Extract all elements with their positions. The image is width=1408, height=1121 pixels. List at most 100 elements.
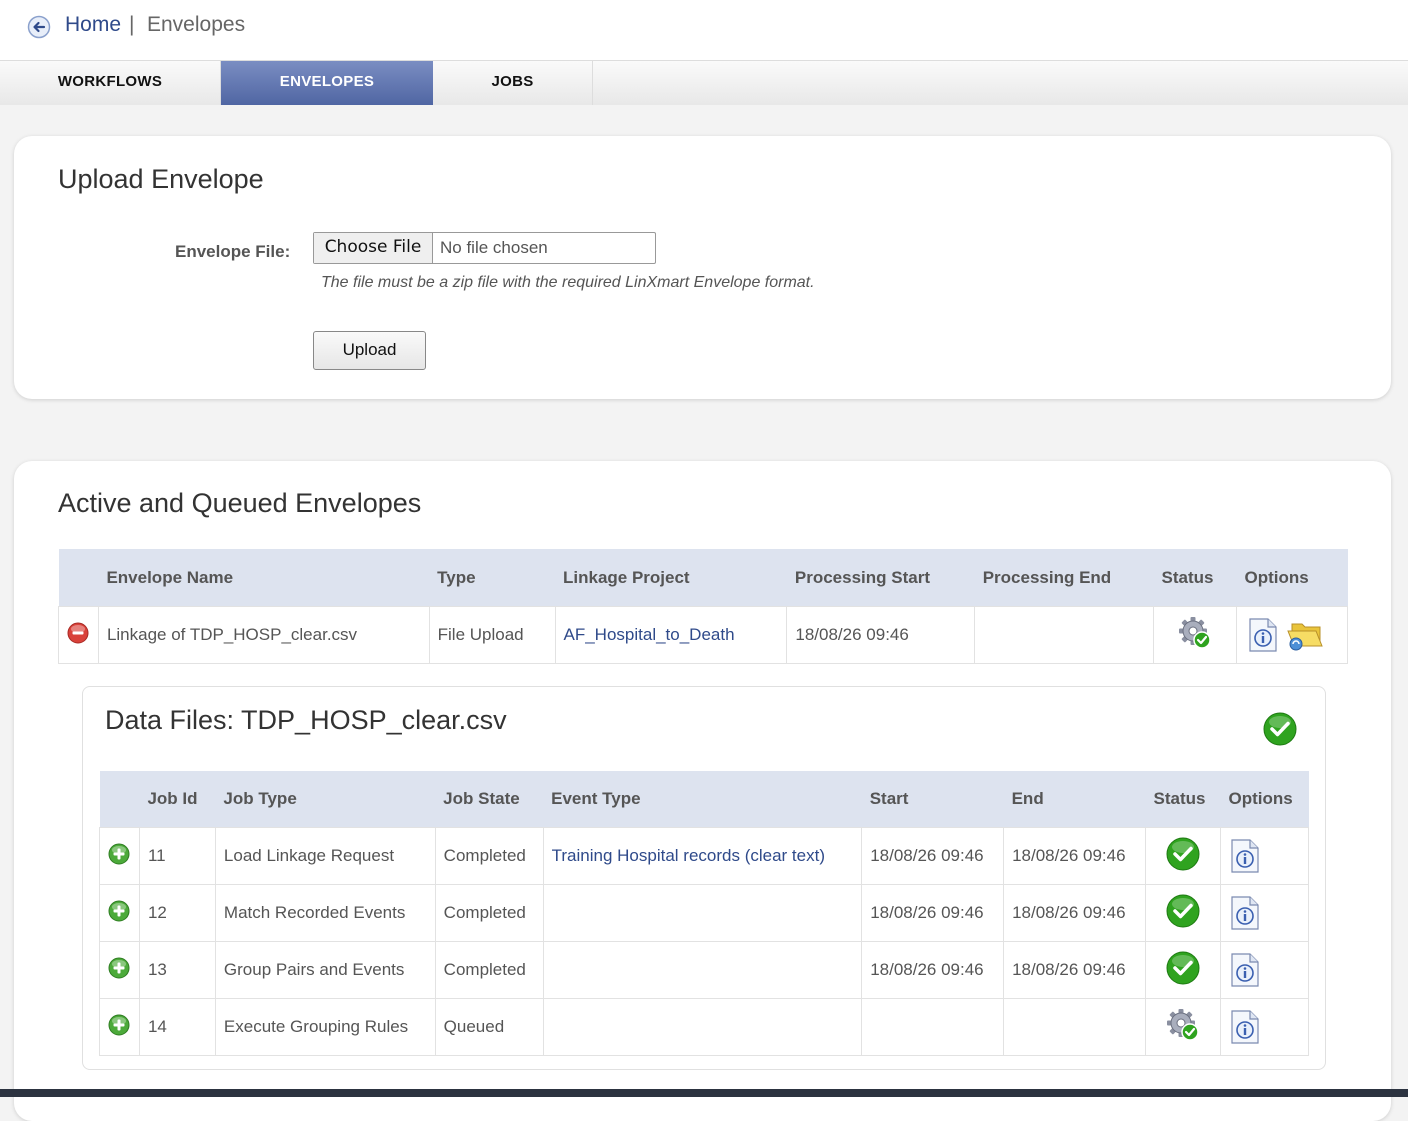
col-end: End — [1003, 771, 1146, 828]
col-start: Start — [861, 771, 1004, 828]
expand-plus-icon[interactable] — [108, 957, 130, 979]
col-processing-end: Processing End — [974, 549, 1154, 607]
active-panel-title: Active and Queued Envelopes — [58, 488, 422, 518]
job-state: Completed — [434, 941, 544, 999]
table-row: Linkage of TDP_HOSP_clear.csv File Uploa… — [58, 606, 1348, 664]
check-icon — [1263, 712, 1297, 746]
tab-jobs[interactable]: JOBS — [433, 61, 593, 105]
main-tabs: WORKFLOWS ENVELOPES JOBS — [0, 61, 1408, 105]
job-status-cell — [1144, 884, 1221, 942]
col-job-type: Job Type — [215, 771, 436, 828]
job-id: 12 — [138, 884, 216, 942]
envelope-file-input[interactable]: Choose File No file chosen — [313, 232, 656, 264]
col-status: Status — [1153, 549, 1237, 607]
gear-processing-icon — [1179, 616, 1211, 649]
col-envelope-name: Envelope Name — [98, 549, 430, 607]
info-document-icon[interactable] — [1247, 618, 1279, 652]
table-row: 14 Execute Grouping Rules Queued — [99, 998, 1310, 1056]
tab-workflows[interactable]: WORKFLOWS — [0, 61, 221, 105]
linkage-project-link[interactable]: AF_Hospital_to_Death — [564, 625, 735, 644]
col-options: Options — [1220, 771, 1309, 828]
job-state: Completed — [434, 884, 544, 942]
job-end: 18/08/26 09:46 — [1003, 941, 1146, 999]
job-id: 11 — [138, 827, 216, 885]
col-linkage-project: Linkage Project — [555, 549, 787, 607]
job-type: Execute Grouping Rules — [214, 998, 436, 1056]
data-files-panel: Data Files: TDP_HOSP_clear.csv Job Id Jo… — [82, 686, 1326, 1070]
info-document-icon[interactable] — [1229, 839, 1261, 873]
info-document-icon[interactable] — [1229, 953, 1261, 987]
col-event-type: Event Type — [543, 771, 862, 828]
expand-plus-icon[interactable] — [108, 1014, 130, 1036]
open-folder-icon[interactable] — [1286, 618, 1324, 652]
choose-file-button[interactable]: Choose File — [314, 233, 433, 263]
file-status-text: No file chosen — [440, 238, 548, 257]
col-status: Status — [1145, 771, 1221, 828]
top-bar: Home | Envelopes — [0, 0, 1408, 61]
job-type: Group Pairs and Events — [214, 941, 436, 999]
job-options-cell — [1219, 998, 1310, 1056]
job-options-cell — [1219, 884, 1310, 942]
expand-plus-icon[interactable] — [108, 843, 130, 865]
job-options-cell — [1219, 941, 1310, 999]
upload-button[interactable]: Upload — [313, 331, 426, 370]
job-id: 13 — [138, 941, 216, 999]
col-job-id: Job Id — [139, 771, 216, 828]
info-document-icon[interactable] — [1229, 896, 1261, 930]
table-row: 11 Load Linkage Request Completed Traini… — [99, 827, 1310, 885]
collapse-cell — [58, 606, 99, 664]
gear-processing-icon — [1166, 1008, 1199, 1041]
check-icon — [1166, 894, 1200, 927]
job-id: 14 — [138, 998, 216, 1056]
job-type: Match Recorded Events — [214, 884, 436, 942]
job-type: Load Linkage Request — [214, 827, 436, 885]
job-end: 18/08/26 09:46 — [1003, 884, 1146, 942]
upload-envelope-panel: Upload Envelope Envelope File: Choose Fi… — [14, 136, 1391, 399]
upload-panel-title: Upload Envelope — [58, 164, 264, 194]
tab-envelopes[interactable]: ENVELOPES — [221, 61, 433, 105]
breadcrumb-separator: | — [129, 13, 135, 36]
job-start — [861, 998, 1005, 1056]
jobs-table: Job Id Job Type Job State Event Type Sta… — [99, 771, 1310, 1056]
envelope-name: Linkage of TDP_HOSP_clear.csv — [97, 606, 430, 664]
table-row: 12 Match Recorded Events Completed 18/08… — [99, 884, 1310, 942]
job-end: 18/08/26 09:46 — [1003, 827, 1146, 885]
jobs-header-row: Job Id Job Type Job State Event Type Sta… — [99, 771, 1309, 828]
job-start: 18/08/26 09:46 — [861, 884, 1005, 942]
col-options: Options — [1236, 549, 1348, 607]
info-document-icon[interactable] — [1229, 1010, 1261, 1044]
file-format-hint: The file must be a zip file with the req… — [321, 274, 815, 291]
job-start: 18/08/26 09:46 — [861, 941, 1005, 999]
table-row: 13 Group Pairs and Events Completed 18/0… — [99, 941, 1310, 999]
envelopes-table: Envelope Name Type Linkage Project Proce… — [58, 549, 1348, 664]
job-status-cell — [1144, 998, 1221, 1056]
collapse-minus-icon[interactable] — [67, 622, 89, 644]
bottom-bar — [0, 1089, 1408, 1097]
envelope-end — [974, 606, 1155, 664]
job-state: Queued — [434, 998, 544, 1056]
job-status-cell — [1144, 941, 1221, 999]
envelopes-header-row: Envelope Name Type Linkage Project Proce… — [58, 549, 1348, 607]
job-state: Completed — [434, 827, 544, 885]
col-type: Type — [429, 549, 555, 607]
job-options-cell — [1219, 827, 1310, 885]
envelope-file-label: Envelope File: — [175, 242, 291, 261]
envelope-type: File Upload — [428, 606, 556, 664]
check-icon — [1166, 837, 1200, 870]
envelope-options-cell — [1236, 606, 1348, 664]
back-arrow-icon[interactable] — [27, 15, 51, 39]
breadcrumb-home-link[interactable]: Home — [65, 13, 121, 37]
col-job-state: Job State — [435, 771, 544, 828]
check-icon — [1166, 951, 1200, 984]
job-status-cell — [1144, 827, 1221, 885]
breadcrumb-current: Envelopes — [147, 13, 246, 36]
event-type-link[interactable]: Training Hospital records (clear text) — [552, 846, 825, 865]
col-processing-start: Processing Start — [786, 549, 975, 607]
active-envelopes-panel: Active and Queued Envelopes Envelope Nam… — [14, 461, 1391, 1121]
job-end — [1003, 998, 1146, 1056]
envelope-start: 18/08/26 09:46 — [786, 606, 976, 664]
expand-plus-icon[interactable] — [108, 900, 130, 922]
data-files-title: Data Files: TDP_HOSP_clear.csv — [105, 705, 507, 735]
envelope-status-cell — [1153, 606, 1237, 664]
job-start: 18/08/26 09:46 — [861, 827, 1005, 885]
